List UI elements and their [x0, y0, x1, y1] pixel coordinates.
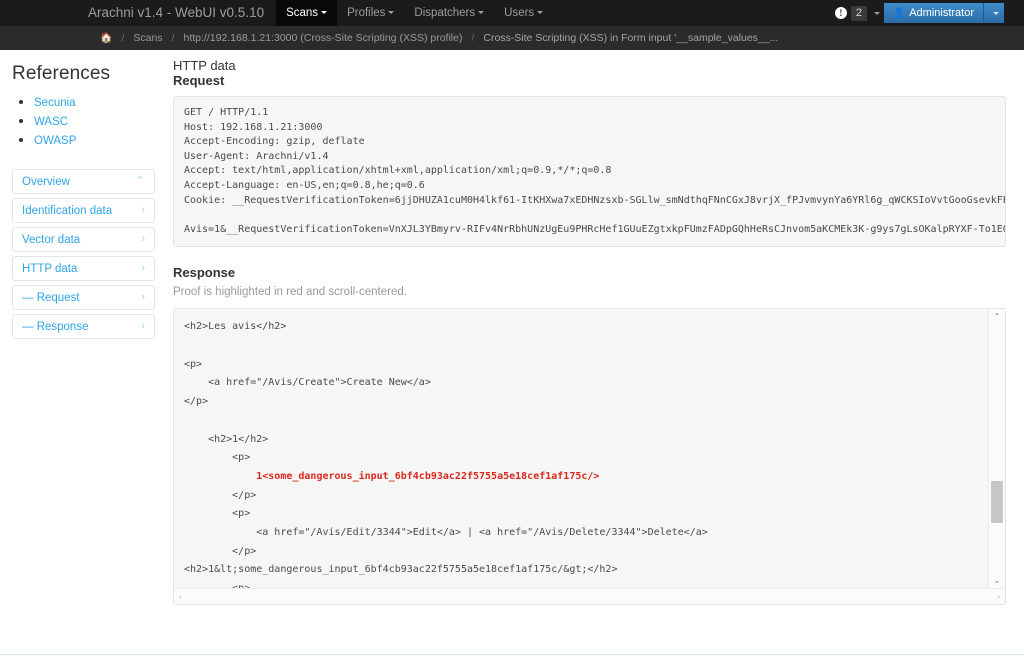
breadcrumb-item-scan-target[interactable]: http://192.168.1.21:3000 (Cross-Site Scr… — [183, 32, 462, 44]
response-code-before: <h2>Les avis</h2> <p> <a href="/Avis/Cre… — [184, 321, 431, 464]
section-panel-group: Overview ⌃ Identification data › Vector … — [12, 169, 155, 339]
breadcrumb-separator: / — [121, 32, 125, 44]
chevron-right-icon: › — [141, 204, 145, 216]
notification-count-badge: 2 — [850, 5, 867, 21]
chevron-right-icon: › — [141, 233, 145, 245]
exclamation-circle-icon: ! — [834, 7, 847, 19]
references-list: Secunia WASC OWASP — [12, 94, 155, 149]
page-body: References Secunia WASC OWASP Overview ⌃… — [0, 50, 1024, 657]
request-code-block: GET / HTTP/1.1 Host: 192.168.1.21:3000 A… — [173, 96, 1006, 248]
nav-item-users[interactable]: Users — [494, 0, 553, 26]
reference-link-wasc[interactable]: WASC — [34, 116, 68, 128]
sidebar: References Secunia WASC OWASP Overview ⌃… — [0, 58, 165, 657]
chevron-down-icon — [992, 11, 999, 15]
nav-item-profiles-label: Profiles — [347, 7, 386, 19]
request-heading: Request — [173, 73, 225, 88]
reference-link-owasp[interactable]: OWASP — [34, 135, 76, 147]
sidebar-item-overview[interactable]: Overview ⌃ — [12, 169, 155, 194]
chevron-right-icon: › — [141, 291, 145, 303]
response-proof-text: 1<some_dangerous_input_6bf4cb93ac22f5755… — [256, 470, 600, 482]
main-content: HTTP data Request GET / HTTP/1.1 Host: 1… — [165, 58, 1024, 657]
sidebar-item-identification-data[interactable]: Identification data › — [12, 198, 155, 223]
chevron-down-icon — [478, 11, 485, 15]
references-title: References — [12, 63, 111, 84]
chevron-right-icon: › — [141, 320, 145, 332]
user-icon: 👤 — [892, 8, 906, 19]
sidebar-item-http-data[interactable]: HTTP data › — [12, 256, 155, 281]
nav-item-profiles[interactable]: Profiles — [337, 0, 404, 26]
breadcrumb-separator: / — [171, 32, 175, 44]
response-proof-note: Proof is highlighted in red and scroll-c… — [173, 286, 407, 299]
response-code-block[interactable]: <h2>Les avis</h2> <p> <a href="/Avis/Cre… — [174, 309, 988, 588]
response-heading: Response — [173, 265, 236, 281]
scroll-right-arrow-icon[interactable]: › — [997, 590, 1000, 604]
scroll-up-arrow-icon[interactable]: ⌃ — [989, 309, 1005, 324]
chevron-down-icon[interactable] — [874, 11, 880, 15]
top-navbar: Arachni v1.4 - WebUI v0.5.10 Scans Profi… — [0, 0, 1024, 26]
main-nav: Scans Profiles Dispatchers Users — [276, 0, 553, 26]
user-menu[interactable]: 👤 Administrator — [883, 3, 1004, 23]
list-item: OWASP — [34, 132, 155, 149]
sidebar-item-label: — Response — [22, 320, 89, 333]
vertical-scrollbar[interactable]: ⌃ ⌄ — [988, 309, 1005, 589]
sidebar-item-label: Overview — [22, 175, 70, 188]
list-item: WASC — [34, 113, 155, 130]
nav-item-scans-label: Scans — [286, 7, 319, 19]
chevron-right-icon: › — [141, 262, 145, 274]
breadcrumb-separator: / — [471, 32, 475, 44]
chevron-down-icon — [388, 11, 395, 15]
nav-item-dispatchers-label: Dispatchers — [414, 7, 476, 19]
home-icon[interactable]: 🏠 — [100, 33, 112, 44]
breadcrumb-item-scans[interactable]: Scans — [133, 32, 162, 44]
page-title: HTTP data — [173, 58, 236, 73]
breadcrumb-item-issue: Cross-Site Scripting (XSS) in Form input… — [483, 32, 779, 44]
sidebar-item-vector-data[interactable]: Vector data › — [12, 227, 155, 252]
chevron-up-icon: ⌃ — [135, 175, 145, 187]
horizontal-scrollbar[interactable]: ‹ › — [174, 588, 1005, 605]
app-brand[interactable]: Arachni v1.4 - WebUI v0.5.10 — [88, 0, 276, 26]
sidebar-item-response[interactable]: — Response › — [12, 314, 155, 339]
sidebar-item-label: Identification data — [22, 204, 113, 217]
reference-link-secunia[interactable]: Secunia — [34, 97, 76, 109]
sidebar-item-label: HTTP data — [22, 262, 78, 275]
scroll-down-arrow-icon[interactable]: ⌄ — [989, 573, 1005, 588]
sidebar-item-label: Vector data — [22, 233, 81, 246]
list-item: Secunia — [34, 94, 155, 111]
response-code-panel: <h2>Les avis</h2> <p> <a href="/Avis/Cre… — [173, 308, 1006, 606]
sidebar-item-label: — Request — [22, 291, 80, 304]
user-menu-toggle[interactable] — [984, 3, 1004, 23]
sidebar-item-request[interactable]: — Request › — [12, 285, 155, 310]
nav-item-scans[interactable]: Scans — [276, 0, 338, 26]
vertical-scrollbar-thumb[interactable] — [991, 481, 1003, 524]
scroll-left-arrow-icon[interactable]: ‹ — [179, 590, 182, 604]
chevron-down-icon — [321, 11, 328, 15]
response-code-after: </p> <p> <a href="/Avis/Edit/3344">Edit<… — [184, 489, 708, 589]
breadcrumb: 🏠 / Scans / http://192.168.1.21:3000 (Cr… — [0, 26, 1024, 50]
nav-item-users-label: Users — [504, 7, 535, 19]
notifications-area[interactable]: ! 2 — [834, 0, 880, 26]
nav-item-dispatchers[interactable]: Dispatchers — [404, 0, 494, 26]
chevron-down-icon — [537, 11, 544, 15]
administrator-button[interactable]: 👤 Administrator — [883, 3, 984, 23]
administrator-label: Administrator — [909, 7, 974, 19]
